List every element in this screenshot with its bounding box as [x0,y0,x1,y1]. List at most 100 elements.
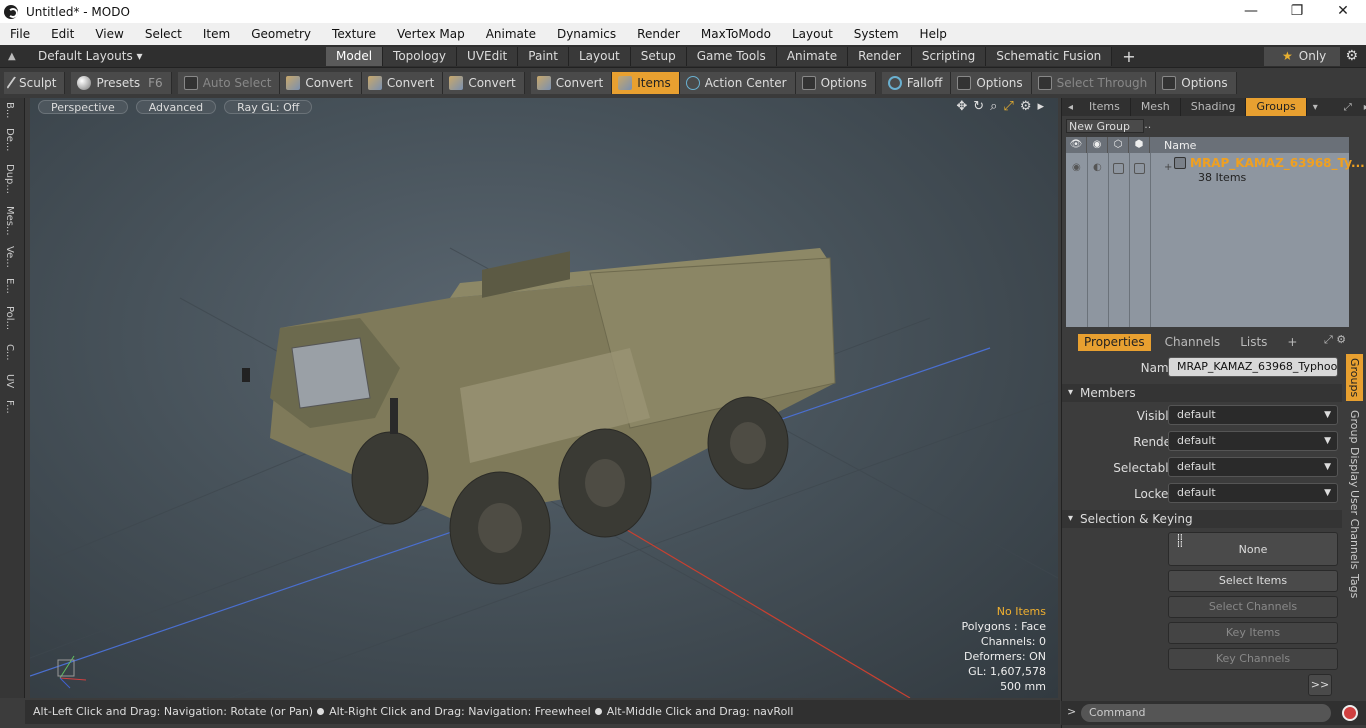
select-items-button[interactable]: Select Items [1168,570,1338,592]
scene-render[interactable] [30,98,1058,698]
tab-properties[interactable]: Properties [1078,333,1151,351]
tab-paint[interactable]: Paint [518,46,569,66]
new-group-button[interactable]: New Group [1066,119,1144,133]
convert-button-1[interactable]: Convert [280,72,362,94]
strip-tab-vertex[interactable]: Ve... [4,246,15,268]
strip-tab-edge[interactable]: E... [4,278,15,294]
auto-select-button[interactable]: Auto Select [177,72,281,94]
menu-render[interactable]: Render [626,27,690,41]
menu-help[interactable]: Help [909,27,957,41]
falloff-button[interactable]: Falloff [881,72,952,94]
fit-icon[interactable]: ⤢ [1003,99,1013,114]
strip-tab-fusion[interactable]: F... [4,400,15,414]
menu-maxtomodo[interactable]: MaxToModo [690,27,781,41]
menu-geometry[interactable]: Geometry [240,27,321,41]
strip-tab-basic[interactable]: B... [4,102,15,118]
render-col-icon[interactable]: ◉ [1087,137,1108,153]
lock-checkbox[interactable] [1134,163,1145,174]
menu-select[interactable]: Select [134,27,192,41]
vtab-tags[interactable]: Tags [1346,570,1363,602]
action-center-button[interactable]: Action Center [679,72,796,94]
tab-game-tools[interactable]: Game Tools [686,46,777,66]
key-items-button[interactable]: Key Items [1168,622,1338,644]
render-toggle-icon[interactable]: ◐ [1093,162,1102,173]
command-input[interactable]: Command [1081,704,1331,722]
none-button[interactable]: ⁞⁞ ⁞⁞ None [1168,532,1338,566]
members-section[interactable]: Members [1062,384,1342,402]
menu-texture[interactable]: Texture [321,27,386,41]
viewport-menu-icon[interactable]: ▸ [1037,99,1044,114]
group-name[interactable]: MRAP_KAMAZ_63968_Ty... [1190,156,1365,170]
vtab-user-channels[interactable]: User Channels [1346,486,1363,573]
move-icon[interactable]: ✥ [956,99,967,114]
tab-render[interactable]: Render [848,46,912,66]
visible-dropdown[interactable]: default ▼ [1168,405,1338,425]
panel-collapse-icon[interactable]: ◂ [1062,102,1079,113]
convert-button-3[interactable]: Convert [443,72,525,94]
tab-model[interactable]: Model [326,46,384,66]
group-name-field[interactable]: MRAP_KAMAZ_63968_Typhoon ( [1168,357,1338,377]
eye-icon[interactable]: ◉ [1072,162,1081,173]
add-tab-button[interactable]: + [1112,47,1145,66]
menu-edit[interactable]: Edit [40,27,84,41]
collapse-up-icon[interactable]: ▲ [8,51,22,62]
selectable-dropdown[interactable]: default ▼ [1168,457,1338,477]
strip-tab-curve[interactable]: C... [4,344,15,361]
stop-icon[interactable] [1342,705,1358,721]
layout-selector[interactable]: ▲ Default Layouts ▾ [0,49,326,63]
presets-button[interactable]: Presets F6 [71,72,172,94]
zoom-icon[interactable]: ⌕ [990,99,997,114]
close-button[interactable]: ✕ [1320,0,1366,23]
selection-keying-section[interactable]: Selection & Keying [1062,510,1342,528]
tab-scripting[interactable]: Scripting [911,46,987,66]
strip-tab-duplicate[interactable]: Dup... [4,164,15,194]
strip-tab-mesh[interactable]: Mes... [4,206,15,236]
name-column-header[interactable]: Name [1150,139,1196,152]
properties-expand-icon[interactable]: ⤢ ⚙ [1324,333,1346,347]
menu-animate[interactable]: Animate [475,27,546,41]
tab-schematic-fusion[interactable]: Schematic Fusion [986,46,1113,66]
group-row[interactable]: ◉ ◐ + MRAP_KAMAZ_63968_Ty... 38 Items [1066,154,1365,184]
restore-button[interactable]: ❐ [1274,0,1320,23]
more-button[interactable]: >> [1308,674,1332,696]
3d-viewport[interactable]: Perspective Advanced Ray GL: Off ✥ ↻ ⌕ ⤢… [30,98,1058,698]
tab-items[interactable]: Items [1079,98,1131,116]
shading-dropdown[interactable]: Advanced [135,100,217,114]
strip-tab-polygon[interactable]: Pol... [4,306,15,330]
key-channels-button[interactable]: Key Channels [1168,648,1338,670]
selectable-checkbox[interactable] [1113,163,1124,174]
minimize-button[interactable]: — [1228,0,1274,23]
options-button-1[interactable]: Options [795,72,876,94]
sculpt-button[interactable]: Sculpt [4,72,66,94]
tab-shading[interactable]: Shading [1181,98,1247,116]
vtab-group-display[interactable]: Group Display [1346,406,1363,492]
menu-layout[interactable]: Layout [781,27,843,41]
strip-tab-uv[interactable]: UV [4,374,15,388]
tab-uvedit[interactable]: UVEdit [457,46,519,66]
visibility-col-icon[interactable]: 👁 [1066,137,1087,153]
expand-icon[interactable]: ⤢ [1338,102,1358,113]
select-through-button[interactable]: Select Through [1031,72,1157,94]
rotate-icon[interactable]: ↻ [973,99,984,114]
items-button[interactable]: Items [612,72,680,94]
tab-mesh[interactable]: Mesh ... [1131,98,1181,131]
only-button[interactable]: ★ Only [1264,47,1340,66]
add-tab-plus[interactable]: + [1281,334,1303,351]
tab-setup[interactable]: Setup [630,46,687,66]
menu-vertex-map[interactable]: Vertex Map [386,27,475,41]
menu-item[interactable]: Item [192,27,240,41]
tab-groups[interactable]: Groups [1246,98,1307,116]
menu-view[interactable]: View [84,27,133,41]
options-button-2[interactable]: Options [951,72,1032,94]
tab-menu-icon[interactable]: ▾ [1307,102,1324,113]
panel-menu-icon[interactable]: ▸ [1358,102,1366,113]
view-type-dropdown[interactable]: Perspective [38,100,128,114]
tab-layout[interactable]: Layout [568,46,631,66]
lock-col-icon[interactable]: ⬢ [1129,137,1150,153]
convert-button-4[interactable]: Convert [530,72,613,94]
group-list[interactable]: 👁 ◉ ⬡ ⬢ Name ◉ ◐ + MRAP_KAMAZ_63968_Ty..… [1066,137,1365,327]
menu-file[interactable]: File [0,27,40,41]
options-button-3[interactable]: Options [1156,72,1237,94]
render-dropdown[interactable]: default ▼ [1168,431,1338,451]
expand-plus-icon[interactable]: + [1164,162,1172,173]
